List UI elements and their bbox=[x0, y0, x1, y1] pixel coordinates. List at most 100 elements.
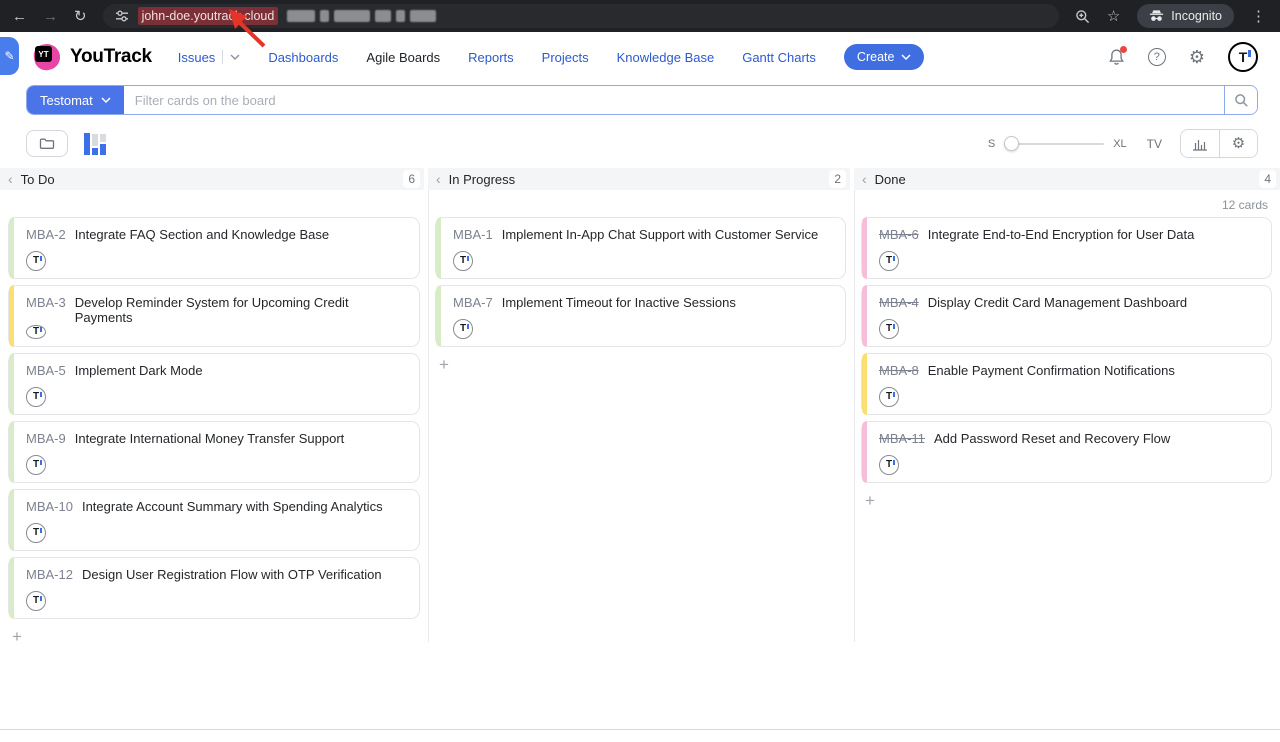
chart-report-button[interactable] bbox=[1181, 130, 1219, 157]
issue-title[interactable]: Integrate International Money Transfer S… bbox=[75, 431, 345, 446]
issue-card-mba-2[interactable]: MBA-2 Integrate FAQ Section and Knowledge… bbox=[8, 217, 420, 279]
nav-item-issues[interactable]: Issues bbox=[178, 50, 216, 65]
create-button[interactable]: Create bbox=[844, 44, 925, 70]
issue-id[interactable]: MBA-1 bbox=[453, 227, 493, 242]
sprint-folder-button[interactable] bbox=[26, 130, 68, 157]
column-header-in-progress[interactable]: ‹In Progress2 bbox=[428, 168, 850, 190]
issue-card-mba-7[interactable]: MBA-7 Implement Timeout for Inactive Sess… bbox=[435, 285, 846, 347]
card-size-slider[interactable] bbox=[1004, 136, 1104, 151]
issue-id[interactable]: MBA-12 bbox=[26, 567, 73, 582]
issue-id[interactable]: MBA-5 bbox=[26, 363, 66, 378]
chevron-down-icon[interactable] bbox=[230, 54, 240, 60]
settings-gear-icon[interactable]: ⚙ bbox=[1189, 48, 1205, 66]
issue-card-mba-5[interactable]: MBA-5 Implement Dark Mode T bbox=[8, 353, 420, 415]
column-header-done[interactable]: ‹Done4 bbox=[854, 168, 1280, 190]
issue-id[interactable]: MBA-2 bbox=[26, 227, 66, 242]
user-avatar[interactable]: T bbox=[1228, 42, 1258, 72]
chart-bar bbox=[100, 134, 106, 142]
assignee-avatar[interactable]: T bbox=[453, 251, 473, 271]
issue-id[interactable]: MBA-8 bbox=[879, 363, 919, 378]
nav-item-gantt-charts[interactable]: Gantt Charts bbox=[742, 50, 816, 65]
notifications-bell-icon[interactable] bbox=[1108, 48, 1125, 66]
issue-card-mba-11[interactable]: MBA-11 Add Password Reset and Recovery Fl… bbox=[861, 421, 1272, 483]
issue-card-mba-12[interactable]: MBA-12 Design User Registration Flow with… bbox=[8, 557, 420, 619]
assignee-avatar[interactable]: T bbox=[879, 319, 899, 339]
nav-item-dashboards[interactable]: Dashboards bbox=[268, 50, 338, 65]
issue-card-mba-10[interactable]: MBA-10 Integrate Account Summary with Spe… bbox=[8, 489, 420, 551]
slider-knob[interactable] bbox=[1004, 136, 1019, 151]
nav-item-reports[interactable]: Reports bbox=[468, 50, 514, 65]
board-filter-bar: Testomat bbox=[26, 85, 1258, 115]
url-text[interactable]: john-doe.youtrack.cloud bbox=[138, 7, 279, 25]
issue-id[interactable]: MBA-7 bbox=[453, 295, 493, 310]
issue-card-mba-1[interactable]: MBA-1 Implement In-App Chat Support with … bbox=[435, 217, 846, 279]
incognito-icon bbox=[1149, 10, 1164, 22]
issue-id[interactable]: MBA-9 bbox=[26, 431, 66, 446]
browser-menu-icon[interactable]: ⋮ bbox=[1251, 7, 1266, 25]
issue-card-mba-6[interactable]: MBA-6 Integrate End-to-End Encryption for… bbox=[861, 217, 1272, 279]
issue-title[interactable]: Implement Dark Mode bbox=[75, 363, 203, 378]
nav-item-projects[interactable]: Projects bbox=[542, 50, 589, 65]
assignee-avatar[interactable]: T bbox=[453, 319, 473, 339]
issue-title[interactable]: Develop Reminder System for Upcoming Cre… bbox=[75, 295, 409, 325]
nav-item-knowledge-base[interactable]: Knowledge Base bbox=[617, 50, 715, 65]
collapse-column-icon[interactable]: ‹ bbox=[862, 171, 867, 187]
tv-mode-button[interactable]: TV bbox=[1147, 137, 1162, 151]
issue-title[interactable]: Integrate End-to-End Encryption for User… bbox=[928, 227, 1195, 242]
filter-cards-input[interactable] bbox=[124, 86, 1224, 114]
issue-id[interactable]: MBA-11 bbox=[879, 431, 925, 446]
issue-card-mba-3[interactable]: MBA-3 Develop Reminder System for Upcomin… bbox=[8, 285, 420, 347]
assignee-avatar[interactable]: T bbox=[26, 251, 46, 271]
assignee-avatar[interactable]: T bbox=[26, 523, 46, 543]
help-icon[interactable]: ? bbox=[1148, 48, 1166, 66]
assignee-avatar[interactable]: T bbox=[26, 325, 46, 339]
issue-title[interactable]: Implement In-App Chat Support with Custo… bbox=[502, 227, 818, 242]
browser-back-button[interactable]: ← bbox=[12, 9, 27, 24]
collapse-column-icon[interactable]: ‹ bbox=[8, 171, 13, 187]
issue-card-mba-9[interactable]: MBA-9 Integrate International Money Trans… bbox=[8, 421, 420, 483]
collapse-column-icon[interactable]: ‹ bbox=[436, 171, 441, 187]
issue-id[interactable]: MBA-3 bbox=[26, 295, 66, 310]
issue-id[interactable]: MBA-4 bbox=[879, 295, 919, 310]
issue-title[interactable]: Design User Registration Flow with OTP V… bbox=[82, 567, 382, 582]
browser-forward-button[interactable]: → bbox=[43, 9, 58, 24]
issue-title[interactable]: Implement Timeout for Inactive Sessions bbox=[502, 295, 736, 310]
side-panel-toggle[interactable]: ✎ bbox=[0, 37, 19, 75]
nav-item-agile-boards[interactable]: Agile Boards bbox=[366, 50, 440, 65]
search-button[interactable] bbox=[1224, 86, 1257, 114]
issue-card-mba-4[interactable]: MBA-4 Display Credit Card Management Dash… bbox=[861, 285, 1272, 347]
browser-reload-button[interactable]: ↻ bbox=[74, 9, 87, 24]
issue-title[interactable]: Integrate Account Summary with Spending … bbox=[82, 499, 383, 514]
issue-title[interactable]: Add Password Reset and Recovery Flow bbox=[934, 431, 1170, 446]
issue-title[interactable]: Display Credit Card Management Dashboard bbox=[928, 295, 1187, 310]
bookmark-star-icon[interactable]: ☆ bbox=[1107, 7, 1120, 25]
redacted-url bbox=[287, 10, 436, 22]
add-card-button[interactable]: + bbox=[865, 492, 875, 509]
issue-card-mba-8[interactable]: MBA-8 Enable Payment Confirmation Notific… bbox=[861, 353, 1272, 415]
board-columns: ‹To Do6MBA-2Integrate FAQ Section and Kn… bbox=[0, 168, 1280, 647]
assignee-avatar[interactable]: T bbox=[879, 455, 899, 475]
add-card-button[interactable]: + bbox=[12, 628, 22, 645]
card-summary: MBA-1 Implement In-App Chat Support with … bbox=[453, 227, 835, 242]
nav-item-wrap: Gantt Charts bbox=[742, 50, 816, 65]
site-settings-icon[interactable] bbox=[115, 9, 129, 23]
issue-id[interactable]: MBA-6 bbox=[879, 227, 919, 242]
zoom-icon[interactable] bbox=[1075, 9, 1090, 24]
assignee-avatar[interactable]: T bbox=[26, 591, 46, 611]
address-bar[interactable]: john-doe.youtrack.cloud bbox=[103, 4, 1059, 28]
board-settings-button[interactable]: ⚙ bbox=[1219, 130, 1257, 157]
board-selector-button[interactable]: Testomat bbox=[27, 86, 124, 114]
add-card-button[interactable]: + bbox=[439, 356, 449, 373]
board-chart-toggle[interactable] bbox=[84, 133, 106, 155]
column-title: To Do bbox=[21, 172, 55, 187]
assignee-avatar[interactable]: T bbox=[26, 387, 46, 407]
cards-total-label: 12 cards bbox=[861, 190, 1280, 217]
assignee-avatar[interactable]: T bbox=[26, 455, 46, 475]
issue-title[interactable]: Enable Payment Confirmation Notification… bbox=[928, 363, 1175, 378]
assignee-avatar[interactable]: T bbox=[879, 387, 899, 407]
column-header-to-do[interactable]: ‹To Do6 bbox=[0, 168, 424, 190]
issue-id[interactable]: MBA-10 bbox=[26, 499, 73, 514]
issue-title[interactable]: Integrate FAQ Section and Knowledge Base bbox=[75, 227, 329, 242]
assignee-avatar[interactable]: T bbox=[879, 251, 899, 271]
youtrack-logo[interactable]: YT YouTrack bbox=[34, 44, 152, 70]
